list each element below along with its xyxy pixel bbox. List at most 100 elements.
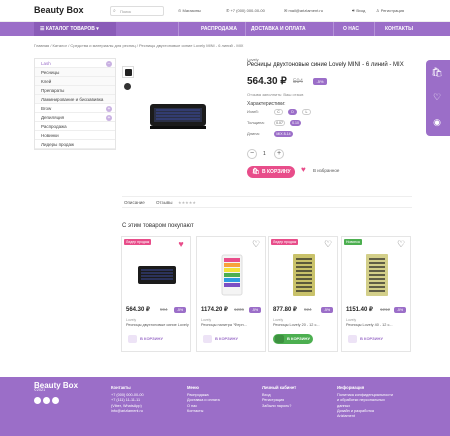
product-image[interactable] <box>354 253 400 297</box>
quantity-value[interactable]: 1 <box>263 151 266 157</box>
cart-icon[interactable]: 🛍 <box>430 65 444 79</box>
footer-link[interactable]: и обработки персональных <box>337 398 393 403</box>
footer-cabinet: Личный кабинет Вход Регистрация Забыли п… <box>262 385 296 409</box>
bend-option-selected[interactable]: D <box>288 109 297 115</box>
heart-icon[interactable]: ♡ <box>323 239 333 249</box>
card-cart-label: В КОРЗИНУ <box>287 336 310 341</box>
sidebar-item-depilation[interactable]: Депиляция + <box>35 113 115 122</box>
nav-item-sale[interactable]: РАСПРОДАЖА <box>201 26 237 32</box>
site-logo[interactable]: Beauty Box <box>34 5 84 15</box>
sidebar-item-eyelashes[interactable]: Ресницы <box>35 68 115 77</box>
add-to-favorites[interactable]: ♥ В избранное <box>301 165 339 174</box>
catalog-button[interactable]: ☰ КАТАЛОГ ТОВАРОВ ▾ <box>34 22 116 36</box>
card-price: 564.30 ₽ <box>126 307 150 313</box>
email-link[interactable]: ✉ mail@arizlament.ru <box>284 8 323 13</box>
plus-icon[interactable]: + <box>106 105 112 112</box>
email-label: mail@arizlament.ru <box>288 8 323 13</box>
nav-item-about[interactable]: О НАС <box>343 26 359 32</box>
product-card[interactable]: ♡ 1174.20 ₽ 1236 -5% Lovely Ресницы пали… <box>196 236 266 352</box>
length-option-selected[interactable]: MIX 8-14 <box>274 131 293 137</box>
bend-option[interactable]: C <box>274 109 283 115</box>
bend-option[interactable]: L <box>302 109 311 115</box>
card-old-price: 594 <box>160 307 168 312</box>
tab-reviews[interactable]: Отзывы <box>156 200 172 205</box>
footer-link[interactable]: Доставка и оплата <box>187 398 220 403</box>
product-card[interactable]: Лидер продаж ♥ 564.30 ₽ 594 -5% Lovely Р… <box>121 236 191 352</box>
section-title: С этим товаром покупают <box>122 223 194 229</box>
minus-button[interactable]: − <box>247 149 257 159</box>
heart-icon[interactable]: ♡ <box>396 239 406 249</box>
heart-icon[interactable]: ♡ <box>430 90 444 104</box>
footer-phone[interactable]: +7 (111) 11-11-11 <box>111 398 144 403</box>
card-old-price: 1212 <box>380 307 391 312</box>
minus-icon[interactable]: − <box>106 60 112 67</box>
search-input[interactable]: ⌕ Поиск <box>110 6 164 16</box>
review-note: Отзыва заполнить: Ваш отзыв <box>247 92 304 97</box>
footer-link[interactable]: Arizlament <box>337 414 393 419</box>
nav-item-contacts[interactable]: КОНТАКТЫ <box>385 26 413 32</box>
product-thumbnail[interactable] <box>122 81 134 93</box>
footer-heading: Информация <box>337 385 365 390</box>
card-brand: Lovely <box>201 318 212 322</box>
card-cart-button[interactable]: В КОРЗИНУ <box>346 334 383 344</box>
nav-divider <box>333 22 334 36</box>
heart-icon[interactable]: ♥ <box>176 239 186 249</box>
footer-email[interactable]: info@arizlament.ru <box>111 409 144 414</box>
card-cart-button[interactable]: В КОРЗИНУ <box>201 334 238 344</box>
product-thumbnail[interactable] <box>122 66 134 78</box>
card-price: 877.80 ₽ <box>273 307 297 313</box>
product-card[interactable]: Лидер продаж ♡ 877.80 ₽ 924 -5% Lovely Р… <box>268 236 338 352</box>
sidebar-item-preparations[interactable]: Препараты <box>35 86 115 95</box>
card-name[interactable]: Ресницы палитра "Ферн... <box>201 323 265 327</box>
search-placeholder: Поиск <box>120 9 132 14</box>
footer-link[interactable]: Контакты <box>187 409 220 414</box>
add-to-cart-button[interactable]: 🛍 В КОРЗИНУ <box>247 166 295 178</box>
card-name[interactable]: Ресницы Lovely 40 - 12 с... <box>346 323 410 327</box>
sidebar-item-lash[interactable]: Lash − <box>35 59 115 68</box>
thickness-option[interactable]: 0.07 <box>274 120 285 126</box>
sidebar-item-label: Депиляция <box>41 115 65 120</box>
card-cart-button[interactable]: В КОРЗИНУ <box>126 334 163 344</box>
nav-item-delivery[interactable]: ДОСТАВКА И ОПЛАТА <box>251 26 306 32</box>
footer-heading: Меню <box>187 385 199 390</box>
sidebar-item-sale[interactable]: Распродажа <box>35 122 115 131</box>
product-tabs: Описание Отзывы ★★★★★ <box>122 196 412 208</box>
sidebar-item-glue[interactable]: Клей <box>35 77 115 86</box>
card-discount: -5% <box>249 307 261 313</box>
product-image[interactable] <box>209 253 255 297</box>
sidebar-item-brow[interactable]: Brow + <box>35 104 115 113</box>
sidebar-item-bestsellers[interactable]: Лидеры продаж <box>35 140 115 149</box>
card-name[interactable]: Ресницы Lovely 20 - 12 с... <box>273 323 337 327</box>
tab-description[interactable]: Описание <box>124 200 145 205</box>
plus-button[interactable]: + <box>274 149 284 159</box>
register-link[interactable]: ♙ Регистрация <box>376 8 404 13</box>
instagram-icon[interactable] <box>34 397 41 405</box>
sidebar-item-label: Препараты <box>41 88 65 93</box>
plus-icon[interactable]: + <box>106 114 112 121</box>
user-icon[interactable]: ◉ <box>430 115 444 129</box>
heart-icon: ♥ <box>301 165 306 174</box>
sidebar-item-new[interactable]: Новинки <box>35 131 115 140</box>
stores-link[interactable]: ⊙ Магазины <box>178 8 201 13</box>
card-cart-button[interactable]: В КОРЗИНУ <box>273 334 313 344</box>
sidebar-item-lamination[interactable]: Ламинирование и биозавивка <box>35 95 115 104</box>
phone-link[interactable]: ✆ +7 (000) 000-00-00 <box>226 8 265 13</box>
footer-contacts: Контакты +7 (000) 000-00-00 +7 (111) 11-… <box>111 385 144 414</box>
login-link[interactable]: ⎆ Вход <box>352 8 365 13</box>
phone-label: +7 (000) 000-00-00 <box>230 8 265 13</box>
product-card[interactable]: Новинка ♡ 1151.40 ₽ 1212 -5% Lovely Ресн… <box>341 236 411 352</box>
nav-divider <box>374 22 375 36</box>
breadcrumb[interactable]: Главная / Каталог / Средства и материалы… <box>34 43 243 48</box>
product-image[interactable] <box>281 253 327 297</box>
catalog-label: КАТАЛОГ ТОВАРОВ <box>45 26 95 32</box>
footer-link[interactable]: Забыли пароль? <box>262 404 296 409</box>
vk-icon[interactable] <box>43 397 50 405</box>
product-main-image[interactable] <box>142 84 214 144</box>
whatsapp-icon[interactable] <box>52 397 59 405</box>
card-name[interactable]: Ресницы двухтоновые синие Lovely MINI <box>126 323 190 327</box>
thickness-option-selected[interactable]: 0.10 <box>290 120 301 126</box>
product-image[interactable] <box>134 253 180 297</box>
sidebar-item-label: Lash <box>41 61 51 66</box>
search-icon: ⌕ <box>113 8 116 14</box>
heart-icon[interactable]: ♡ <box>251 239 261 249</box>
